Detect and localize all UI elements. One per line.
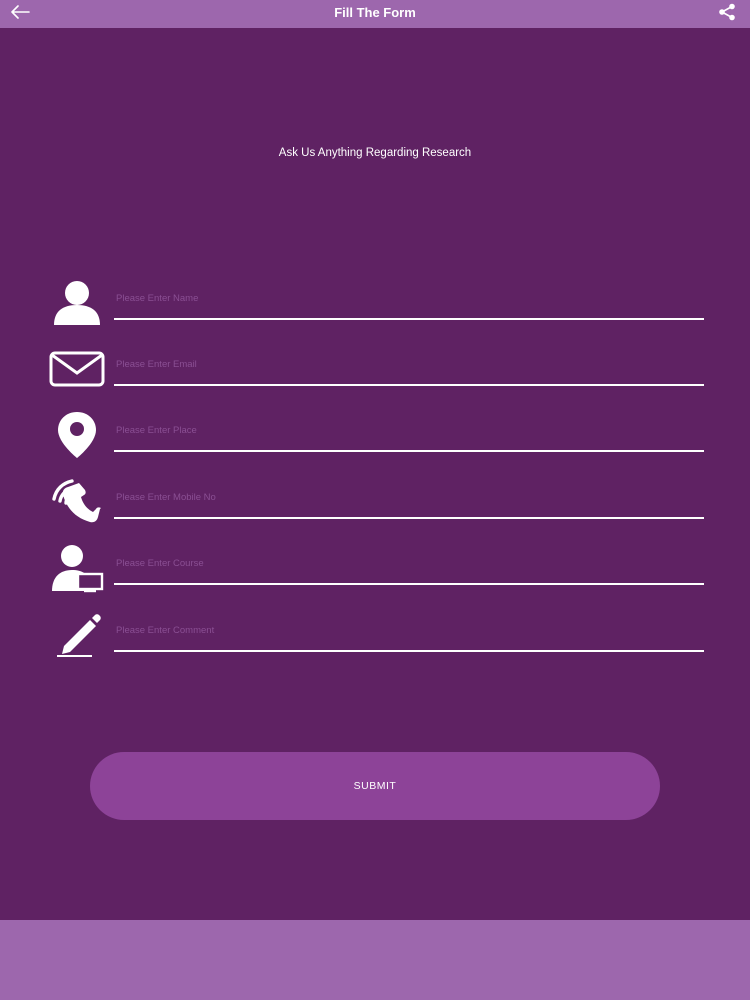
share-button[interactable]: [716, 3, 738, 25]
comment-input[interactable]: [114, 616, 704, 652]
email-row: [48, 342, 704, 396]
name-input[interactable]: [114, 284, 704, 320]
share-icon: [718, 3, 736, 26]
submit-button[interactable]: SUBMIT: [90, 752, 660, 820]
envelope-icon: [48, 342, 106, 396]
comment-row: [48, 608, 704, 662]
course-row: [48, 541, 704, 595]
pencil-icon: [48, 608, 106, 662]
top-bar: Fill The Form: [0, 0, 750, 28]
mobile-row: [48, 475, 704, 529]
name-row: [48, 276, 704, 330]
location-pin-icon: [48, 408, 106, 462]
bottom-bar: [0, 920, 750, 1000]
person-icon: [48, 276, 106, 330]
place-input[interactable]: [114, 416, 704, 452]
form-subtitle: Ask Us Anything Regarding Research: [278, 147, 472, 159]
email-input[interactable]: [114, 350, 704, 386]
page-title: Fill The Form: [334, 5, 416, 20]
mobile-input[interactable]: [114, 483, 704, 519]
course-input[interactable]: [114, 549, 704, 585]
phone-icon: [48, 475, 106, 529]
place-row: [48, 408, 704, 462]
person-computer-icon: [48, 541, 106, 595]
